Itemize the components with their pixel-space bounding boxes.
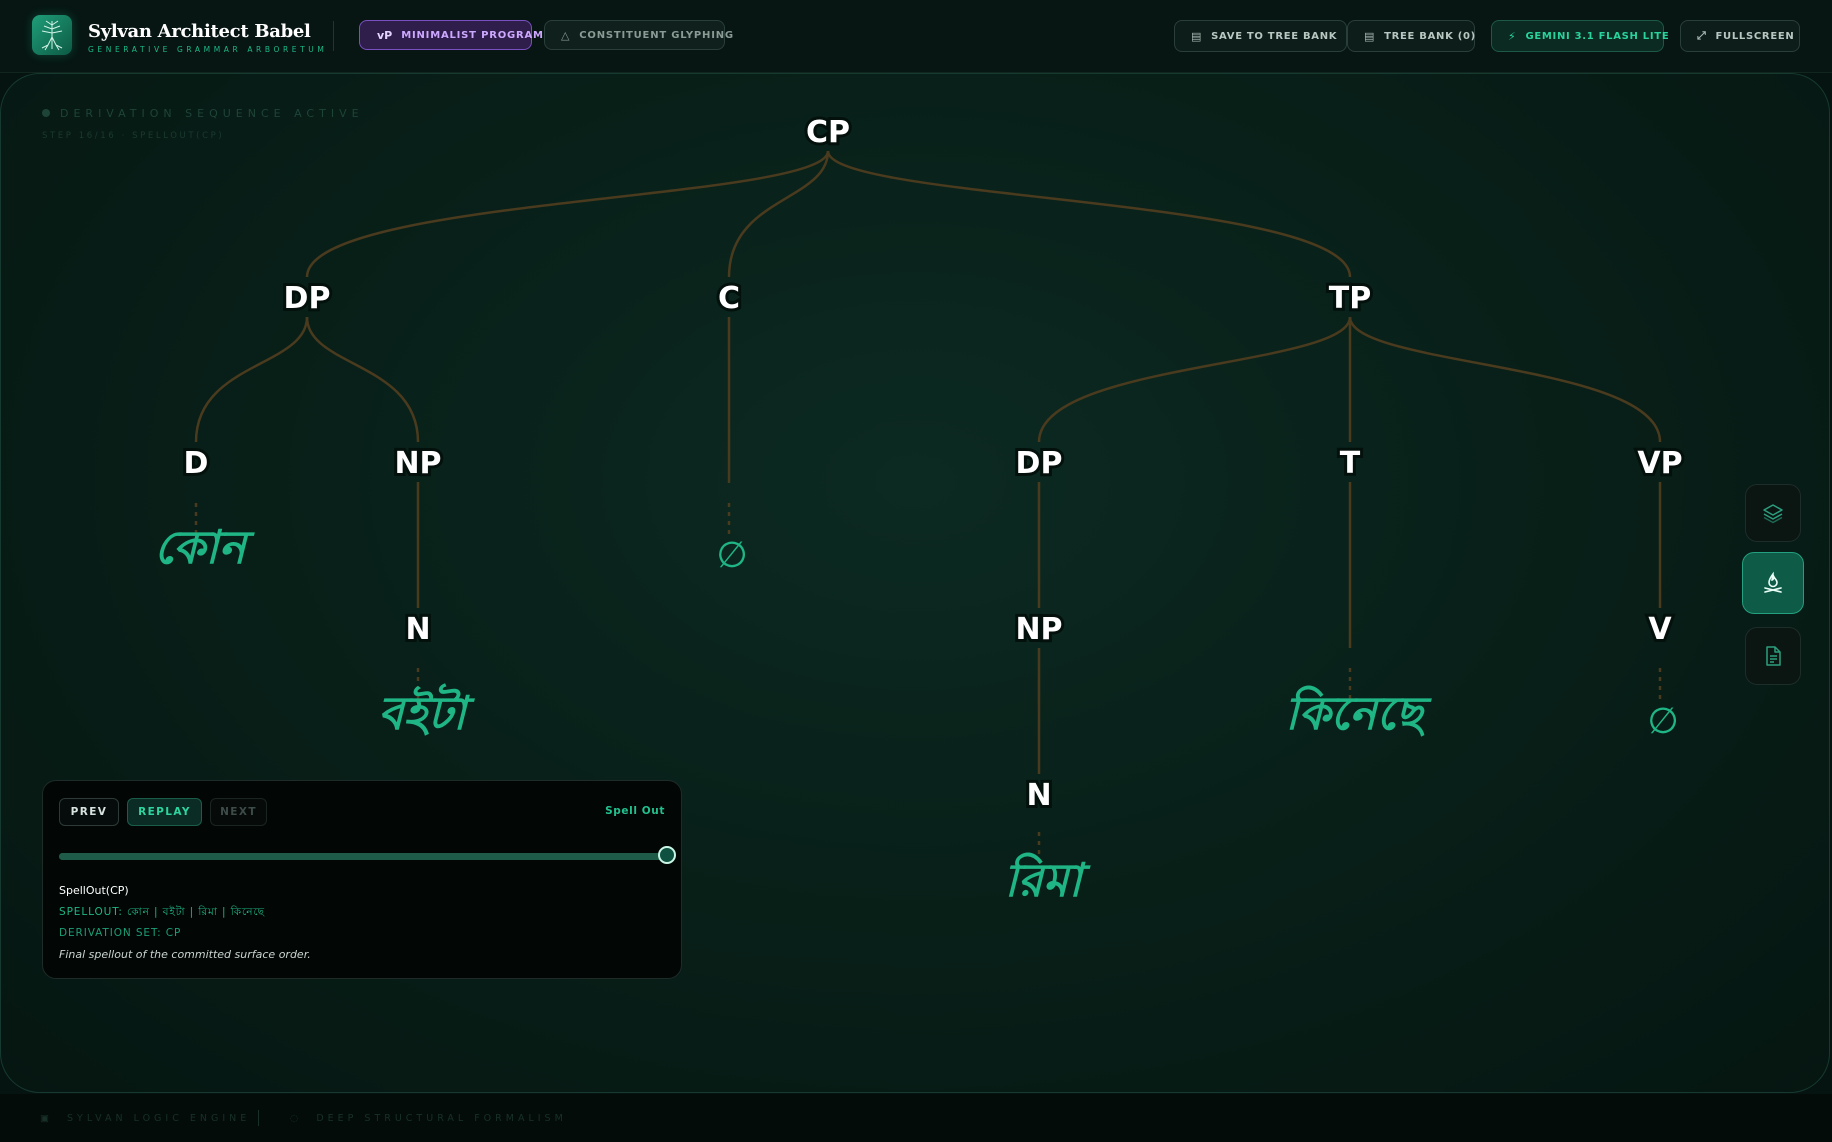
tree-node-n2[interactable]: N [1023, 775, 1054, 816]
tree-leaf-v: ∅ [1647, 701, 1678, 742]
tree-node-c[interactable]: C [715, 278, 743, 319]
tree-leaf-d: কোন [154, 520, 255, 574]
formalism-label: DEEP STRUCTURAL FORMALISM [316, 1113, 567, 1124]
tree-node-n1[interactable]: N [402, 609, 433, 650]
engine-label: SYLVAN LOGIC ENGINE [67, 1113, 251, 1124]
tree-branch-dp1-d [194, 316, 309, 443]
tree-node-d[interactable]: D [181, 443, 212, 484]
tree-leaf-t: কিনেছে [1285, 685, 1432, 740]
campfire-icon [1764, 571, 1782, 593]
tree-leaf-n1: বইটা [378, 683, 476, 740]
tree-branch-cp-c [727, 150, 830, 278]
tree-branch-cp-tp [826, 150, 1352, 278]
step-note: Final spellout of the committed surface … [59, 948, 311, 961]
step-title: SpellOut(CP) [59, 884, 129, 897]
layers-tool-button[interactable] [1745, 484, 1801, 542]
tree-node-dp2[interactable]: DP [1013, 443, 1066, 484]
derivation-slider[interactable] [59, 846, 676, 864]
layers-icon [1763, 504, 1783, 524]
next-button[interactable]: NEXT [210, 798, 267, 826]
spellout-tool-button[interactable] [1742, 552, 1804, 614]
tree-leaf-n2: রিমা [1004, 852, 1091, 907]
slider-thumb[interactable] [658, 846, 676, 864]
spellout-text: SPELLOUT: কোন | বইটা | রিমা | কিনেছে [59, 906, 265, 918]
tree-node-cp[interactable]: CP [803, 112, 853, 153]
tree-node-dp1[interactable]: DP [281, 278, 334, 319]
replay-button[interactable]: REPLAY [127, 798, 202, 826]
derivation-set-text: DERIVATION SET: CP [59, 927, 182, 939]
tree-node-tp[interactable]: TP [1326, 278, 1374, 319]
chip-icon: ▣ [40, 1113, 53, 1124]
operation-tag: Spell Out [605, 805, 665, 817]
formalism-status: ◌ DEEP STRUCTURAL FORMALISM [290, 1113, 567, 1124]
derivation-panel: PREV REPLAY NEXT Spell Out SpellOut(CP) … [42, 780, 682, 979]
tree-branch-tp-dp2 [1037, 316, 1352, 443]
tree-node-t[interactable]: T [1337, 443, 1364, 484]
tree-node-v[interactable]: V [1645, 609, 1675, 650]
app-footer: ▣ SYLVAN LOGIC ENGINE ◌ DEEP STRUCTURAL … [0, 1094, 1832, 1142]
tree-branch-dp1-np1 [305, 316, 420, 443]
document-icon [1766, 646, 1781, 666]
prev-button[interactable]: PREV [59, 798, 119, 826]
tree-branch-tp-vp [1348, 316, 1662, 443]
tree-node-np1[interactable]: NP [391, 443, 444, 484]
bell-icon: ◌ [290, 1113, 303, 1124]
footer-divider [258, 1110, 259, 1126]
tree-branches [194, 150, 1662, 864]
engine-status: ▣ SYLVAN LOGIC ENGINE [40, 1113, 250, 1124]
tree-branch-cp-dp1 [305, 150, 830, 278]
document-tool-button[interactable] [1745, 627, 1801, 685]
tree-leaf-c: ∅ [716, 535, 747, 576]
slider-fill [59, 853, 667, 860]
tree-node-np2[interactable]: NP [1012, 609, 1065, 650]
tree-node-vp[interactable]: VP [1634, 443, 1685, 484]
